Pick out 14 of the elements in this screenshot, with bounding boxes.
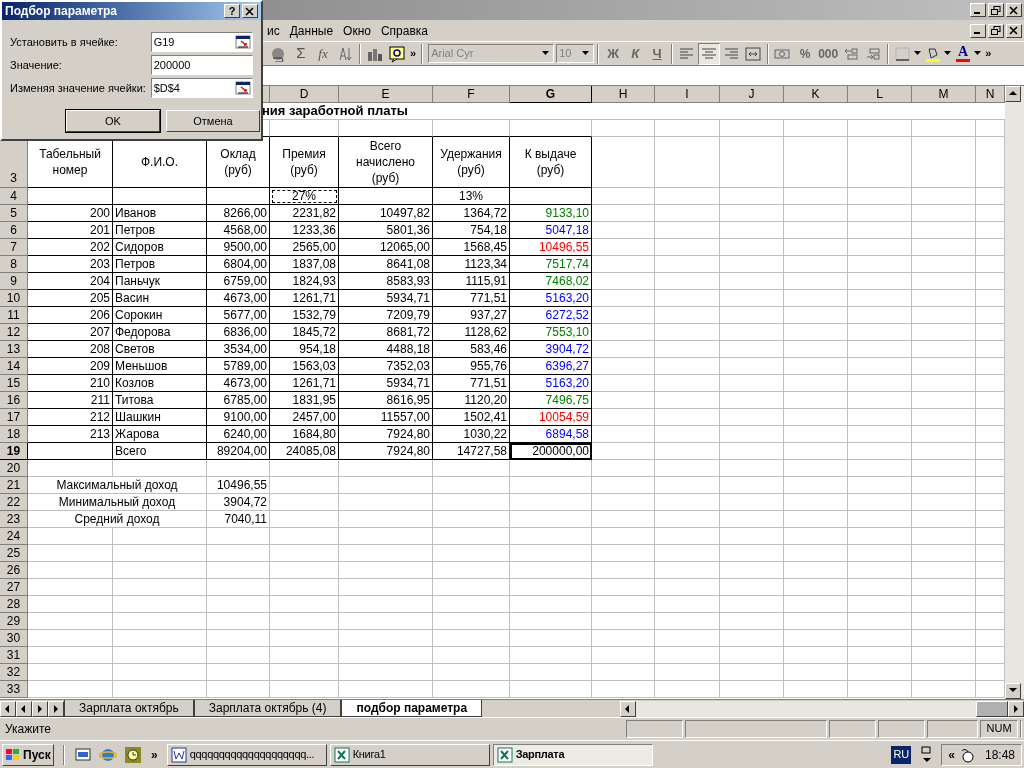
summary-label: Средний доход — [28, 511, 207, 528]
dialog-title: Подбор параметра — [5, 3, 119, 20]
clock: 18:48 — [984, 746, 1015, 764]
summary-label: Максимальный доход — [28, 477, 207, 494]
summary-label: Минимальный доход — [28, 494, 207, 511]
field-label: Установить в ячейке: — [10, 34, 119, 50]
summary-value: 7040,11 — [207, 511, 270, 528]
field-label: Изменяя значение ячейки: — [10, 80, 147, 96]
sheet-title: ния заработной платы — [262, 103, 1005, 120]
status-message: Укажите — [4, 720, 53, 738]
summary-value: 10496,55 — [207, 477, 270, 494]
field-label: Значение: — [10, 57, 63, 73]
summary-value: 3904,72 — [207, 494, 270, 511]
num-indicator: NUM — [980, 719, 1018, 738]
